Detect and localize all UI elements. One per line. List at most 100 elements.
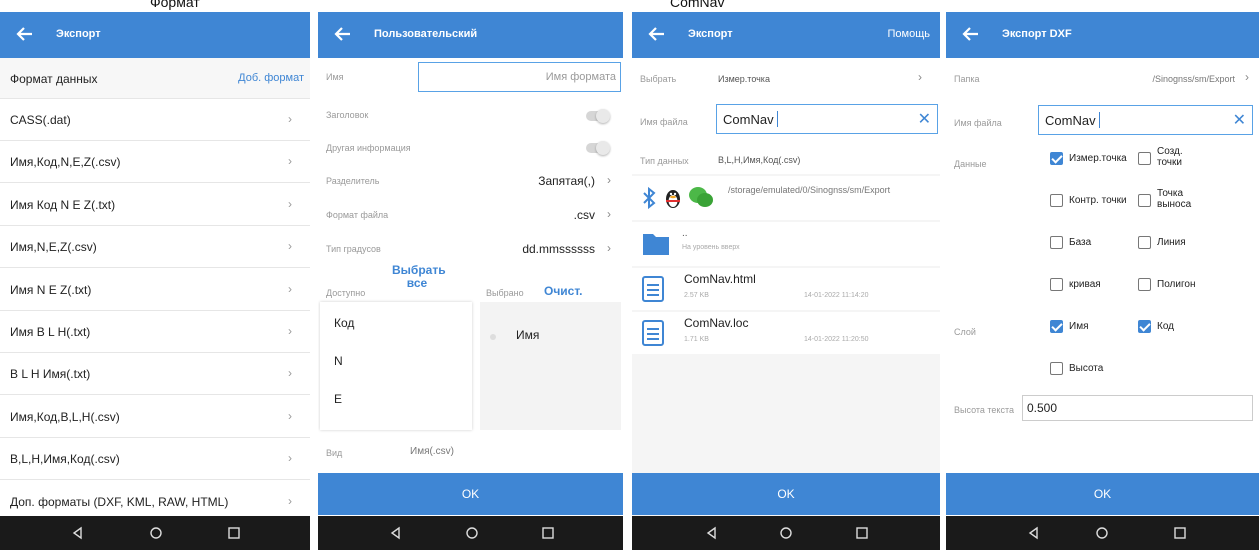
wechat-icon[interactable]	[688, 185, 714, 209]
file-row[interactable]: ComNav.html 2.57 KB 14-01-2022 11:14:20	[632, 268, 940, 310]
format-list-item[interactable]: CASS(.dat) ›	[0, 98, 310, 141]
checkbox[interactable]	[1050, 278, 1063, 291]
file-format-label: Формат файла	[326, 210, 389, 220]
select-value[interactable]: Измер.точка	[718, 74, 770, 84]
checkbox-label: Линия	[1157, 237, 1186, 248]
format-list-item[interactable]: Имя B L H(.txt) ›	[0, 310, 310, 353]
format-list-item[interactable]: Имя Код N E Z(.txt) ›	[0, 183, 310, 226]
chevron-right-icon: ›	[607, 241, 611, 255]
file-name: ComNav.html	[684, 272, 756, 286]
format-list-item[interactable]: Имя N E Z(.txt) ›	[0, 268, 310, 311]
filename-input[interactable]: ComNav ✕	[1038, 105, 1253, 135]
checkbox[interactable]	[1138, 152, 1151, 165]
checkbox-label: Высота	[1069, 363, 1104, 374]
help-button[interactable]: Помощь	[888, 28, 931, 40]
nav-home-icon[interactable]	[464, 525, 480, 541]
checkbox[interactable]	[1050, 152, 1063, 165]
parent-folder-row[interactable]: .. На уровень вверх	[632, 222, 940, 266]
file-row[interactable]: ComNav.loc 1.71 KB 14-01-2022 11:20:50	[632, 312, 940, 354]
format-list-item[interactable]: B,L,H,Имя,Код(.csv) ›	[0, 437, 310, 481]
available-field-item[interactable]: N	[334, 354, 343, 368]
caption-left: Формат	[150, 0, 200, 10]
filename-label: Имя файла	[954, 118, 1002, 128]
text-height-label: Высота текста	[954, 405, 1014, 415]
available-field-item[interactable]: E	[334, 392, 342, 406]
other-info-label: Другая информация	[326, 143, 411, 153]
format-list-item[interactable]: Имя,N,E,Z(.csv) ›	[0, 225, 310, 269]
format-label: Доп. форматы (DXF, KML, RAW, HTML)	[10, 494, 229, 509]
nav-recents-icon[interactable]	[540, 525, 556, 541]
add-format-link[interactable]: Доб. формат	[238, 72, 304, 84]
chevron-right-icon: ›	[288, 196, 292, 211]
nav-home-icon[interactable]	[778, 525, 794, 541]
nav-recents-icon[interactable]	[1172, 525, 1188, 541]
checkbox[interactable]	[1050, 236, 1063, 249]
nav-recents-icon[interactable]	[854, 525, 870, 541]
filename-input[interactable]: ComNav ✕	[716, 104, 938, 134]
app-header: Экспорт DXF	[946, 12, 1259, 58]
back-arrow-icon[interactable]	[960, 23, 982, 45]
layer-label: Слой	[954, 327, 976, 337]
ok-button[interactable]: OK	[632, 473, 940, 515]
format-list-item[interactable]: Имя,Код,B,L,H(.csv) ›	[0, 395, 310, 438]
checkbox[interactable]	[1138, 194, 1151, 207]
file-date: 14-01-2022 11:14:20	[804, 292, 869, 299]
format-list-item[interactable]: Имя,Код,N,E,Z(.csv) ›	[0, 140, 310, 184]
path-bar: /storage/emulated/0/Sinognss/sm/Export	[632, 176, 940, 220]
format-list-item[interactable]: B L H Имя(.txt) ›	[0, 352, 310, 396]
android-nav-bar	[632, 516, 940, 550]
clear-button[interactable]: Очист.	[544, 284, 583, 298]
nav-back-icon[interactable]	[388, 525, 404, 541]
back-arrow-icon[interactable]	[14, 23, 36, 45]
nav-back-icon[interactable]	[704, 525, 720, 541]
selected-field-item[interactable]: Имя	[516, 328, 539, 342]
bluetooth-icon[interactable]	[640, 186, 658, 210]
angle-type-value[interactable]: dd.mmssssss	[522, 242, 595, 256]
nav-back-icon[interactable]	[1026, 525, 1042, 541]
clear-input-icon[interactable]: ✕	[918, 109, 931, 129]
nav-home-icon[interactable]	[1094, 525, 1110, 541]
separator-value[interactable]: Запятая(,)	[538, 174, 595, 188]
folder-value[interactable]: /Sinognss/sm/Export	[1152, 74, 1235, 84]
selected-label: Выбрано	[486, 288, 524, 298]
file-format-value[interactable]: .csv	[574, 208, 595, 222]
checkbox[interactable]	[1050, 194, 1063, 207]
clear-input-icon[interactable]: ✕	[1233, 110, 1246, 130]
view-label: Вид	[326, 448, 343, 458]
chevron-right-icon: ›	[288, 324, 292, 338]
text-cursor	[1099, 112, 1100, 128]
checkbox[interactable]	[1050, 320, 1063, 333]
folder-icon	[643, 234, 669, 255]
panel-custom-format: Пользовательский Имя Имя формата Заголов…	[318, 12, 623, 550]
nav-back-icon[interactable]	[70, 525, 86, 541]
checkbox-label: Измер.точка	[1069, 153, 1127, 164]
available-field-item[interactable]: Код	[334, 316, 354, 330]
select-all-button[interactable]: Выбрать все	[392, 264, 446, 290]
available-fields-list: Код N E	[320, 302, 472, 430]
nav-home-icon[interactable]	[148, 525, 164, 541]
format-name-input[interactable]: Имя формата	[418, 62, 621, 92]
ok-button[interactable]: OK	[946, 473, 1259, 515]
back-arrow-icon[interactable]	[646, 23, 668, 45]
ok-button[interactable]: OK	[318, 473, 623, 515]
file-icon	[642, 276, 664, 302]
nav-recents-icon[interactable]	[226, 525, 242, 541]
text-cursor	[777, 111, 778, 127]
view-value: Имя(.csv)	[410, 446, 454, 457]
header-toggle[interactable]	[586, 109, 610, 123]
chevron-right-icon: ›	[607, 173, 611, 187]
file-icon	[642, 320, 664, 346]
checkbox[interactable]	[1050, 362, 1063, 375]
chevron-right-icon: ›	[288, 239, 292, 254]
text-height-value: 0.500	[1027, 401, 1058, 415]
app-header: Экспорт Помощь	[632, 12, 940, 58]
checkbox[interactable]	[1138, 236, 1151, 249]
file-size: 2.57 KB	[684, 292, 709, 299]
other-info-toggle[interactable]	[586, 141, 610, 155]
back-arrow-icon[interactable]	[332, 23, 354, 45]
text-height-input[interactable]: 0.500	[1022, 395, 1253, 421]
qq-icon[interactable]	[662, 186, 684, 210]
datatype-value[interactable]: B,L,H,Имя,Код(.csv)	[718, 155, 800, 165]
checkbox[interactable]	[1138, 320, 1151, 333]
checkbox[interactable]	[1138, 278, 1151, 291]
